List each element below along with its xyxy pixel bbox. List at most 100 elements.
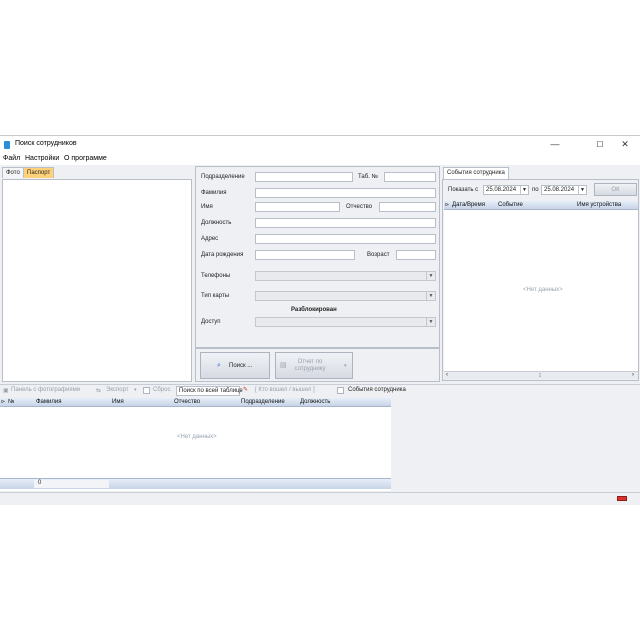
report-icon: ▤ bbox=[280, 362, 287, 369]
menu-file[interactable]: Файл bbox=[3, 155, 20, 162]
chevron-down-icon[interactable]: ▼ bbox=[426, 318, 435, 326]
status-text: Разблокирован bbox=[291, 307, 337, 313]
photo-panel-icon: ▣ bbox=[3, 388, 9, 394]
search-button-label: Поиск ... bbox=[229, 363, 253, 369]
birth-date-label: Дата рождения bbox=[201, 252, 244, 258]
ok-button[interactable]: ОК bbox=[594, 183, 637, 196]
address-label: Адрес bbox=[201, 236, 219, 242]
menu-bar: Файл Настройки О программе bbox=[0, 153, 640, 165]
surname-input[interactable] bbox=[255, 188, 436, 198]
menu-about[interactable]: О программе bbox=[64, 155, 107, 162]
employee-events-label[interactable]: События сотрудника bbox=[348, 387, 406, 393]
results-empty-text: <Нет данных> bbox=[177, 434, 217, 440]
reset-checkbox[interactable] bbox=[143, 387, 150, 394]
export-dropdown-icon[interactable]: ▾ bbox=[134, 387, 137, 393]
footer-count: 0 bbox=[38, 480, 42, 486]
report-button-label: Отчет по сотруднику bbox=[294, 359, 326, 372]
calendar-dropdown-icon[interactable]: ▼ bbox=[578, 186, 586, 194]
col-position[interactable]: Должность bbox=[300, 399, 330, 405]
position-label: Должность bbox=[201, 220, 232, 226]
window-title: Поиск сотрудников bbox=[15, 140, 77, 147]
name-input[interactable] bbox=[255, 202, 340, 212]
to-date-input[interactable]: 25.08.2024 ▼ bbox=[541, 185, 587, 195]
minimize-button[interactable]: — bbox=[544, 138, 566, 151]
col-surname[interactable]: Фамилия bbox=[36, 399, 61, 405]
patronymic-input[interactable] bbox=[379, 202, 436, 212]
show-from-label: Показать с bbox=[448, 187, 479, 193]
access-label: Доступ bbox=[201, 319, 221, 325]
position-input[interactable] bbox=[255, 218, 436, 228]
scroll-left-icon[interactable]: ‹ bbox=[446, 372, 448, 378]
title-bar[interactable]: Поиск сотрудников — ☐ ✕ bbox=[0, 136, 640, 153]
department-input[interactable] bbox=[255, 172, 353, 182]
to-label: по bbox=[532, 187, 539, 193]
scroll-right-icon[interactable]: › bbox=[632, 372, 634, 378]
events-empty-text: <Нет данных> bbox=[523, 287, 563, 293]
col-number[interactable]: № bbox=[8, 399, 14, 405]
events-grid: ⊳ Дата/Время Событие Имя устройства <Нет… bbox=[444, 201, 638, 379]
events-grid-header: ⊳ Дата/Время Событие Имя устройства bbox=[444, 201, 638, 210]
search-all-input[interactable]: Поиск по всей таблице bbox=[176, 386, 243, 396]
employee-events-checkbox[interactable] bbox=[337, 387, 344, 394]
age-input[interactable] bbox=[396, 250, 436, 260]
card-type-label: Тип карты bbox=[201, 293, 230, 299]
menu-settings[interactable]: Настройки bbox=[25, 155, 59, 162]
patronymic-label: Отчество bbox=[346, 204, 373, 210]
address-input[interactable] bbox=[255, 234, 436, 244]
access-combo[interactable]: ▼ bbox=[255, 317, 436, 327]
export-button[interactable]: Экспорт bbox=[106, 387, 129, 393]
photo-panel-button[interactable]: Панель с фотографиями bbox=[11, 387, 80, 393]
events-scrollbar[interactable]: ‹ ⁝ › bbox=[444, 371, 638, 379]
search-button[interactable]: ⌕ Поиск ... bbox=[200, 352, 270, 379]
row-indicator-icon: ⊳ bbox=[1, 399, 6, 405]
who-entered-button[interactable]: [ Кто вошел / вышел ] bbox=[255, 387, 315, 393]
scroll-thumb[interactable]: ⁝ bbox=[539, 372, 541, 379]
connection-status-icon bbox=[617, 496, 627, 501]
name-label: Имя bbox=[201, 204, 213, 210]
to-date-value: 25.08.2024 bbox=[544, 187, 575, 193]
phones-label: Телефоны bbox=[201, 273, 231, 279]
tab-passport[interactable]: Паспорт bbox=[23, 167, 55, 178]
tab-employee-events[interactable]: События сотрудника bbox=[443, 167, 509, 179]
employee-form: Подразделение Таб. № Фамилия Имя Отчеств… bbox=[195, 166, 440, 348]
toolbar: ▣ Панель с фотографиями ⇆ Экспорт ▾ Сбро… bbox=[0, 384, 640, 396]
row-indicator-icon: ⊳ bbox=[445, 202, 450, 208]
col-patronymic[interactable]: Отчество bbox=[174, 399, 200, 405]
from-date-input[interactable]: 25.08.2024 ▼ bbox=[483, 185, 529, 195]
maximize-button[interactable]: ☐ bbox=[589, 138, 611, 151]
department-label: Подразделение bbox=[201, 174, 245, 180]
app-icon bbox=[4, 141, 10, 149]
events-panel: Показать с 25.08.2024 ▼ по 25.08.2024 ▼ … bbox=[442, 179, 639, 381]
results-footer: 0 bbox=[0, 478, 391, 489]
status-bar bbox=[0, 492, 640, 505]
results-area: ⊳ № Фамилия Имя Отчество Подразделение Д… bbox=[0, 398, 640, 492]
photo-area bbox=[2, 179, 192, 382]
events-col-device[interactable]: Имя устройства bbox=[577, 202, 621, 208]
export-icon: ⇆ bbox=[96, 388, 102, 394]
tab-photo[interactable]: Фото bbox=[2, 167, 24, 178]
tab-no-input[interactable] bbox=[384, 172, 436, 182]
close-button[interactable]: ✕ bbox=[614, 138, 636, 151]
birth-date-input[interactable] bbox=[255, 250, 355, 260]
search-icon: ⌕ bbox=[217, 362, 221, 369]
chevron-down-icon[interactable]: ▼ bbox=[426, 272, 435, 280]
report-button[interactable]: ▤ Отчет по сотруднику ▾ bbox=[275, 352, 353, 379]
surname-label: Фамилия bbox=[201, 190, 227, 196]
col-department[interactable]: Подразделение bbox=[241, 399, 285, 405]
results-grid-header: ⊳ № Фамилия Имя Отчество Подразделение Д… bbox=[0, 398, 391, 407]
application-window: Поиск сотрудников — ☐ ✕ Файл Настройки О… bbox=[0, 135, 640, 505]
calendar-dropdown-icon[interactable]: ▼ bbox=[520, 186, 528, 194]
results-grid: ⊳ № Фамилия Имя Отчество Подразделение Д… bbox=[0, 398, 391, 491]
phones-combo[interactable]: ▼ bbox=[255, 271, 436, 281]
chevron-down-icon[interactable]: ▼ bbox=[426, 292, 435, 300]
events-col-datetime[interactable]: Дата/Время bbox=[452, 202, 485, 208]
events-col-event[interactable]: Событие bbox=[498, 202, 523, 208]
footer-count-cell: 0 bbox=[34, 480, 109, 488]
col-name[interactable]: Имя bbox=[112, 399, 124, 405]
search-all-placeholder: Поиск по всей таблице bbox=[179, 388, 243, 394]
age-label: Возраст bbox=[367, 252, 390, 258]
dropdown-arrow-icon[interactable]: ▾ bbox=[344, 363, 347, 369]
reset-button[interactable]: Сброс bbox=[153, 387, 170, 393]
clear-search-icon[interactable]: ✎ bbox=[243, 386, 248, 393]
card-type-combo[interactable]: ▼ bbox=[255, 291, 436, 301]
